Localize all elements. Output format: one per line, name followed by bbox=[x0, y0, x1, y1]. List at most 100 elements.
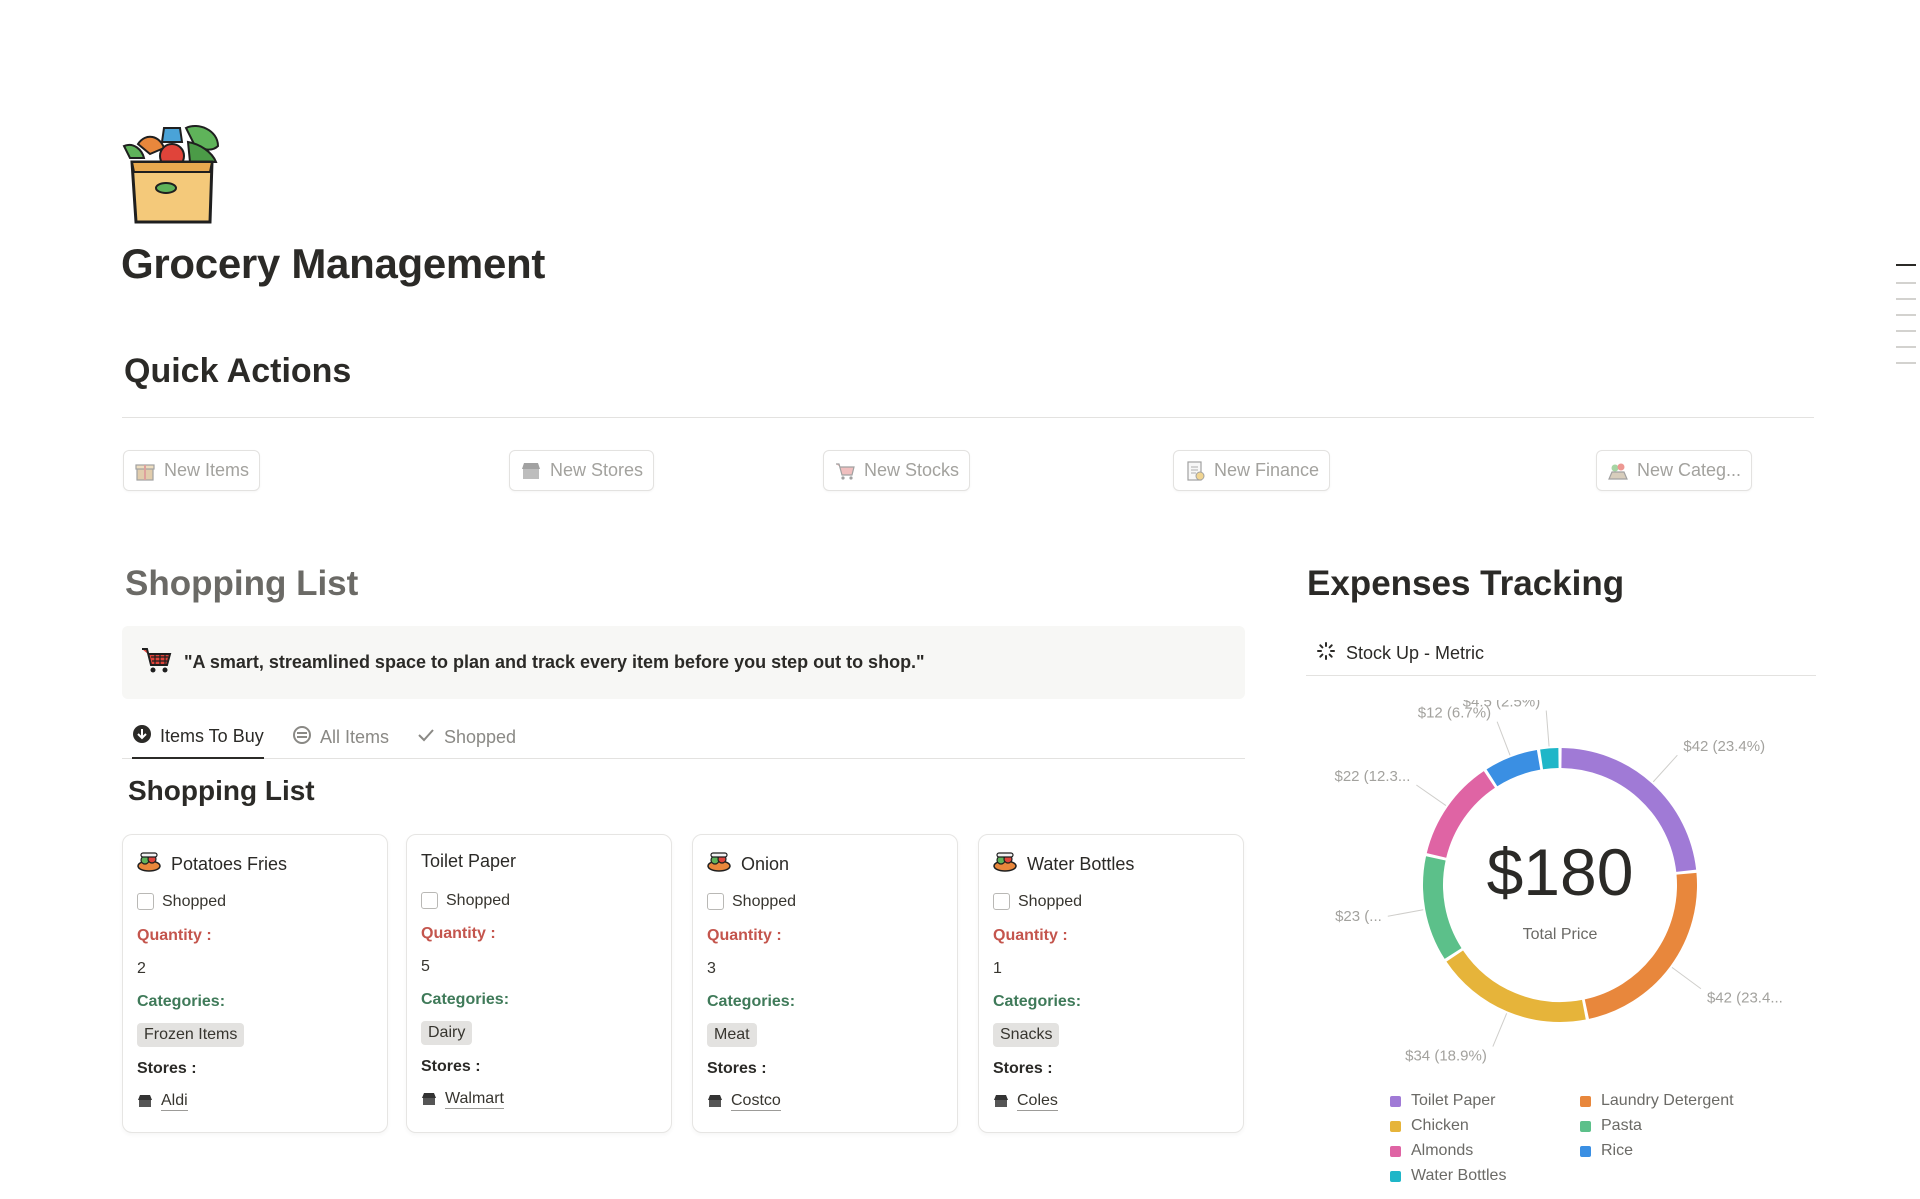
tab-items-to-buy[interactable]: Items To Buy bbox=[132, 716, 264, 759]
stores-label: Stores : bbox=[137, 1060, 197, 1077]
label-leader-line bbox=[1496, 721, 1511, 756]
metric-view-tab-label: Stock Up - Metric bbox=[1346, 643, 1485, 663]
total-value: $180 bbox=[1487, 835, 1634, 909]
category-tag: Dairy bbox=[421, 1021, 473, 1045]
shopped-checkbox[interactable]: Shopped bbox=[993, 893, 1082, 911]
tab-items-to-buy-label: Items To Buy bbox=[160, 726, 264, 746]
new-stores-label: New Stores bbox=[550, 460, 644, 480]
toc-mark[interactable] bbox=[1896, 330, 1916, 332]
store-icon bbox=[994, 1095, 1008, 1108]
categories-label: Categories: bbox=[137, 993, 226, 1010]
store-link[interactable]: Costco bbox=[707, 1092, 781, 1114]
legend-label: Water Bottles bbox=[1411, 1167, 1507, 1184]
shopped-label: Shopped bbox=[446, 892, 511, 909]
new-categories-button[interactable]: New Categ... bbox=[1596, 450, 1753, 491]
toc-mark[interactable] bbox=[1896, 314, 1916, 316]
quantity-value: 1 bbox=[993, 960, 1002, 977]
legend-item[interactable]: Pasta bbox=[1580, 1117, 1642, 1135]
tab-shopped[interactable]: Shopped bbox=[416, 716, 516, 759]
store-name: Coles bbox=[1017, 1092, 1058, 1111]
quantity-value: 2 bbox=[137, 960, 146, 977]
page-title: Grocery Management bbox=[121, 240, 546, 287]
legend-swatch bbox=[1390, 1120, 1401, 1132]
legend-item[interactable]: Chicken bbox=[1390, 1117, 1469, 1135]
store-icon bbox=[422, 1093, 436, 1106]
new-stores-button[interactable]: New Stores bbox=[509, 450, 655, 491]
card-toilet-paper[interactable]: Toilet Paper Shopped Quantity : 5 Catego… bbox=[406, 834, 672, 1133]
category-tag: Snacks bbox=[993, 1023, 1060, 1047]
download-circle-icon bbox=[132, 724, 152, 749]
donut-slice[interactable] bbox=[1486, 749, 1541, 787]
new-stocks-button[interactable]: New Stocks bbox=[823, 450, 971, 491]
legend-swatch bbox=[1580, 1145, 1591, 1157]
toc-mark[interactable] bbox=[1896, 346, 1916, 348]
store-link[interactable]: Walmart bbox=[421, 1090, 504, 1112]
legend-label: Pasta bbox=[1601, 1117, 1642, 1134]
shopped-checkbox[interactable]: Shopped bbox=[137, 893, 226, 911]
toc-mark[interactable] bbox=[1896, 282, 1916, 284]
legend-item[interactable]: Laundry Detergent bbox=[1580, 1092, 1734, 1110]
card-water-bottles[interactable]: Water Bottles Shopped Quantity : 1 Categ… bbox=[978, 834, 1244, 1133]
store-icon bbox=[520, 460, 542, 482]
gift-box-icon bbox=[134, 460, 156, 482]
label-leader-line bbox=[1652, 754, 1678, 783]
categories-label: Categories: bbox=[993, 993, 1082, 1010]
check-icon bbox=[416, 725, 436, 750]
legend-swatch bbox=[1580, 1120, 1591, 1132]
card-onion[interactable]: Onion Shopped Quantity : 3 Categories: M… bbox=[692, 834, 958, 1133]
store-link[interactable]: Coles bbox=[993, 1092, 1058, 1114]
tab-all-items[interactable]: All Items bbox=[292, 716, 389, 759]
expenses-donut-chart: $42 (23.4%) $42 (23.4... $34 (18.9%) $23 (.… bbox=[1334, 700, 1782, 1065]
legend-label: Rice bbox=[1601, 1142, 1634, 1159]
shopped-checkbox[interactable]: Shopped bbox=[421, 892, 510, 910]
legend-item[interactable]: Rice bbox=[1580, 1142, 1633, 1160]
legend-label: Laundry Detergent bbox=[1601, 1092, 1734, 1109]
store-link[interactable]: Aldi bbox=[137, 1092, 188, 1114]
view-tabs: Items To Buy All Items Shopped bbox=[122, 716, 1245, 759]
quantity-value: 5 bbox=[421, 958, 430, 975]
shopped-checkbox[interactable]: Shopped bbox=[707, 893, 796, 911]
toc-mark[interactable] bbox=[1896, 362, 1916, 364]
quantity-label: Quantity : bbox=[993, 927, 1068, 944]
donut-slice[interactable] bbox=[1446, 950, 1586, 1022]
toc-mark[interactable] bbox=[1896, 298, 1916, 300]
card-potatoes-fries[interactable]: Potatoes Fries Shopped Quantity : 2 Cate… bbox=[122, 834, 388, 1133]
shopped-label: Shopped bbox=[1018, 893, 1083, 910]
categories-label: Categories: bbox=[707, 993, 796, 1010]
legend-swatch bbox=[1390, 1170, 1401, 1182]
quantity-label: Quantity : bbox=[137, 927, 212, 944]
store-name: Walmart bbox=[445, 1090, 504, 1109]
label-leader-line bbox=[1492, 1013, 1508, 1047]
donut-slice[interactable] bbox=[1540, 748, 1559, 770]
legend-item[interactable]: Almonds bbox=[1390, 1142, 1473, 1160]
new-finance-button[interactable]: New Finance bbox=[1173, 450, 1331, 491]
card-title: Water Bottles bbox=[993, 851, 1134, 878]
legend-item[interactable]: Toilet Paper bbox=[1390, 1092, 1496, 1110]
store-icon bbox=[138, 1095, 152, 1108]
new-items-button[interactable]: New Items bbox=[123, 450, 261, 491]
legend-label: Chicken bbox=[1411, 1117, 1469, 1134]
new-items-label: New Items bbox=[164, 460, 250, 480]
new-categories-label: New Categ... bbox=[1637, 460, 1742, 480]
card-title: Toilet Paper bbox=[421, 851, 516, 872]
legend-swatch bbox=[1390, 1145, 1401, 1157]
store-icon bbox=[708, 1095, 722, 1108]
donut-slice[interactable] bbox=[1423, 856, 1462, 959]
new-finance-label: New Finance bbox=[1214, 460, 1320, 480]
legend-swatch bbox=[1390, 1095, 1401, 1107]
list-icon bbox=[292, 725, 312, 750]
donut-slice[interactable] bbox=[1426, 771, 1496, 858]
food-plate-icon bbox=[137, 851, 161, 878]
loading-spinner-icon bbox=[1316, 641, 1336, 666]
metric-view-tab[interactable]: Stock Up - Metric bbox=[1306, 632, 1816, 676]
category-tag: Frozen Items bbox=[137, 1023, 245, 1047]
callout: "A smart, streamlined space to plan and … bbox=[122, 626, 1245, 699]
card-title: Onion bbox=[707, 851, 789, 878]
legend-item[interactable]: Water Bottles bbox=[1390, 1167, 1506, 1185]
food-plate-icon bbox=[707, 851, 731, 878]
toc-mark-active[interactable] bbox=[1896, 264, 1916, 266]
legend-label: Toilet Paper bbox=[1411, 1092, 1496, 1109]
data-label: $22 (12.3... bbox=[1334, 768, 1410, 785]
food-plate-icon bbox=[993, 851, 1017, 878]
card-title: Potatoes Fries bbox=[137, 851, 287, 878]
